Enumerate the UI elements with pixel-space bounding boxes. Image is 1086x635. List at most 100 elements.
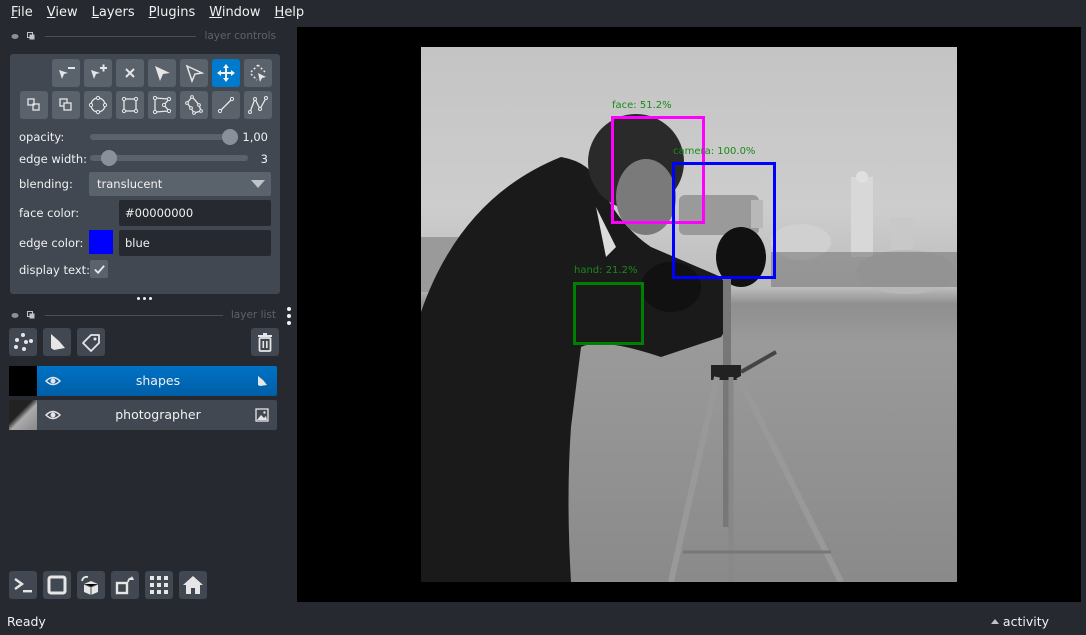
dock-divider xyxy=(45,314,223,316)
blending-value: translucent xyxy=(97,177,163,191)
move-back-icon xyxy=(27,98,40,111)
polygon-lasso-button[interactable] xyxy=(180,91,208,119)
new-shapes-layer-button[interactable] xyxy=(43,328,71,356)
status-text: Ready xyxy=(7,614,46,629)
console-button[interactable] xyxy=(9,571,37,599)
home-button[interactable] xyxy=(179,571,207,599)
tag-icon xyxy=(82,334,100,352)
activity-label: activity xyxy=(1002,614,1049,629)
eye-icon[interactable] xyxy=(45,408,61,422)
menu-help[interactable]: Help xyxy=(268,5,312,20)
viewer-canvas[interactable]: face: 51.2% camera: 100.0% hand: 21.2% xyxy=(297,27,1081,602)
eye-icon[interactable] xyxy=(45,374,61,388)
menu-layers[interactable]: Layers xyxy=(85,5,142,20)
line-icon xyxy=(217,96,235,114)
delete-layer-button[interactable] xyxy=(251,328,279,356)
path-icon xyxy=(248,96,268,114)
triangle-up-icon xyxy=(990,619,999,624)
edge-width-slider-handle[interactable] xyxy=(101,150,117,166)
edge-color-label: edge color: xyxy=(19,236,84,250)
edge-color-input[interactable]: blue xyxy=(119,230,271,256)
bbox-hand-label: hand: 21.2% xyxy=(574,265,638,276)
new-points-layer-button[interactable] xyxy=(9,328,37,356)
close-icon xyxy=(125,68,135,78)
bbox-hand[interactable] xyxy=(573,282,644,345)
layer-name: shapes xyxy=(135,373,181,388)
chevron-down-icon xyxy=(251,180,265,188)
arrow-outline-icon xyxy=(185,64,204,83)
polygon-button[interactable] xyxy=(148,91,176,119)
points-icon xyxy=(14,333,33,351)
path-button[interactable] xyxy=(244,91,272,119)
display-text-checkbox[interactable] xyxy=(90,260,108,278)
layer-list-title: layer list xyxy=(230,309,276,321)
transpose-icon xyxy=(115,576,134,595)
more-options-icon[interactable] xyxy=(287,307,291,325)
face-color-value: #00000000 xyxy=(125,206,194,220)
bbox-camera-label: camera: 100.0% xyxy=(673,146,756,157)
select-area-button[interactable] xyxy=(244,59,272,87)
select-button[interactable] xyxy=(148,59,176,87)
ellipse-button[interactable] xyxy=(84,91,112,119)
blending-dropdown[interactable]: translucent xyxy=(89,172,271,196)
dock-close-icon[interactable] xyxy=(11,33,19,40)
move-arrows-icon xyxy=(217,64,235,82)
shapes-layer-icon xyxy=(258,376,267,386)
add-point-icon xyxy=(91,64,107,79)
rectangle-icon xyxy=(121,96,139,114)
move-back-button[interactable] xyxy=(20,91,48,119)
opacity-slider-handle[interactable] xyxy=(222,129,238,145)
ellipse-icon xyxy=(88,95,108,115)
dock-float-icon[interactable] xyxy=(27,311,35,319)
bbox-camera[interactable] xyxy=(672,162,776,279)
delete-shape-button[interactable] xyxy=(116,59,144,87)
edge-width-value: 3 xyxy=(260,152,268,166)
face-color-input[interactable]: #00000000 xyxy=(119,200,271,226)
roll-dimensions-button[interactable] xyxy=(77,571,105,599)
layer-row-photographer[interactable]: photographer xyxy=(9,400,277,430)
dock-float-icon[interactable] xyxy=(27,32,35,40)
dock-close-icon[interactable] xyxy=(11,312,19,319)
square-icon xyxy=(47,575,67,595)
line-button[interactable] xyxy=(212,91,240,119)
menu-plugins[interactable]: Plugins xyxy=(142,5,203,20)
direct-select-button[interactable] xyxy=(180,59,208,87)
pan-zoom-button[interactable] xyxy=(212,59,240,87)
photographer-image: face: 51.2% camera: 100.0% hand: 21.2% xyxy=(421,47,957,582)
layer-row-shapes[interactable]: shapes xyxy=(9,366,277,396)
display-text-label: display text: xyxy=(19,263,91,277)
shapes-icon xyxy=(51,334,65,350)
layer-thumbnail xyxy=(9,366,37,396)
select-area-icon xyxy=(250,64,266,82)
edge-color-swatch[interactable] xyxy=(89,230,113,254)
arrow-pointer-icon xyxy=(155,66,170,81)
menu-window[interactable]: Window xyxy=(202,5,267,20)
remove-point-button[interactable] xyxy=(52,59,80,87)
checkmark-icon xyxy=(93,264,105,274)
transpose-button[interactable] xyxy=(111,571,139,599)
opacity-value: 1,00 xyxy=(242,130,268,144)
grid-view-button[interactable] xyxy=(145,571,173,599)
opacity-slider[interactable] xyxy=(90,134,238,140)
new-labels-layer-button[interactable] xyxy=(77,328,105,356)
bbox-face-label: face: 51.2% xyxy=(612,100,672,111)
remove-point-icon xyxy=(59,67,75,79)
layer-name: photographer xyxy=(115,407,201,422)
toggle-ndisplay-button[interactable] xyxy=(43,571,71,599)
menu-file[interactable]: File xyxy=(4,5,40,20)
tower-dome xyxy=(856,171,868,183)
add-point-button[interactable] xyxy=(84,59,112,87)
layer-thumbnail xyxy=(9,400,37,430)
activity-button[interactable]: activity xyxy=(990,614,1049,629)
cube-rotate-icon xyxy=(81,575,99,595)
grid-icon xyxy=(150,576,168,594)
rectangle-button[interactable] xyxy=(116,91,144,119)
dock-resize-handle[interactable] xyxy=(137,297,152,300)
trees xyxy=(771,252,957,287)
polygon-lasso-icon xyxy=(185,95,203,115)
menu-view[interactable]: View xyxy=(40,5,85,20)
terminal-icon xyxy=(14,578,32,593)
move-front-icon xyxy=(59,98,72,111)
layer-controls-dock-title: layer controls xyxy=(0,28,290,44)
move-front-button[interactable] xyxy=(52,91,80,119)
